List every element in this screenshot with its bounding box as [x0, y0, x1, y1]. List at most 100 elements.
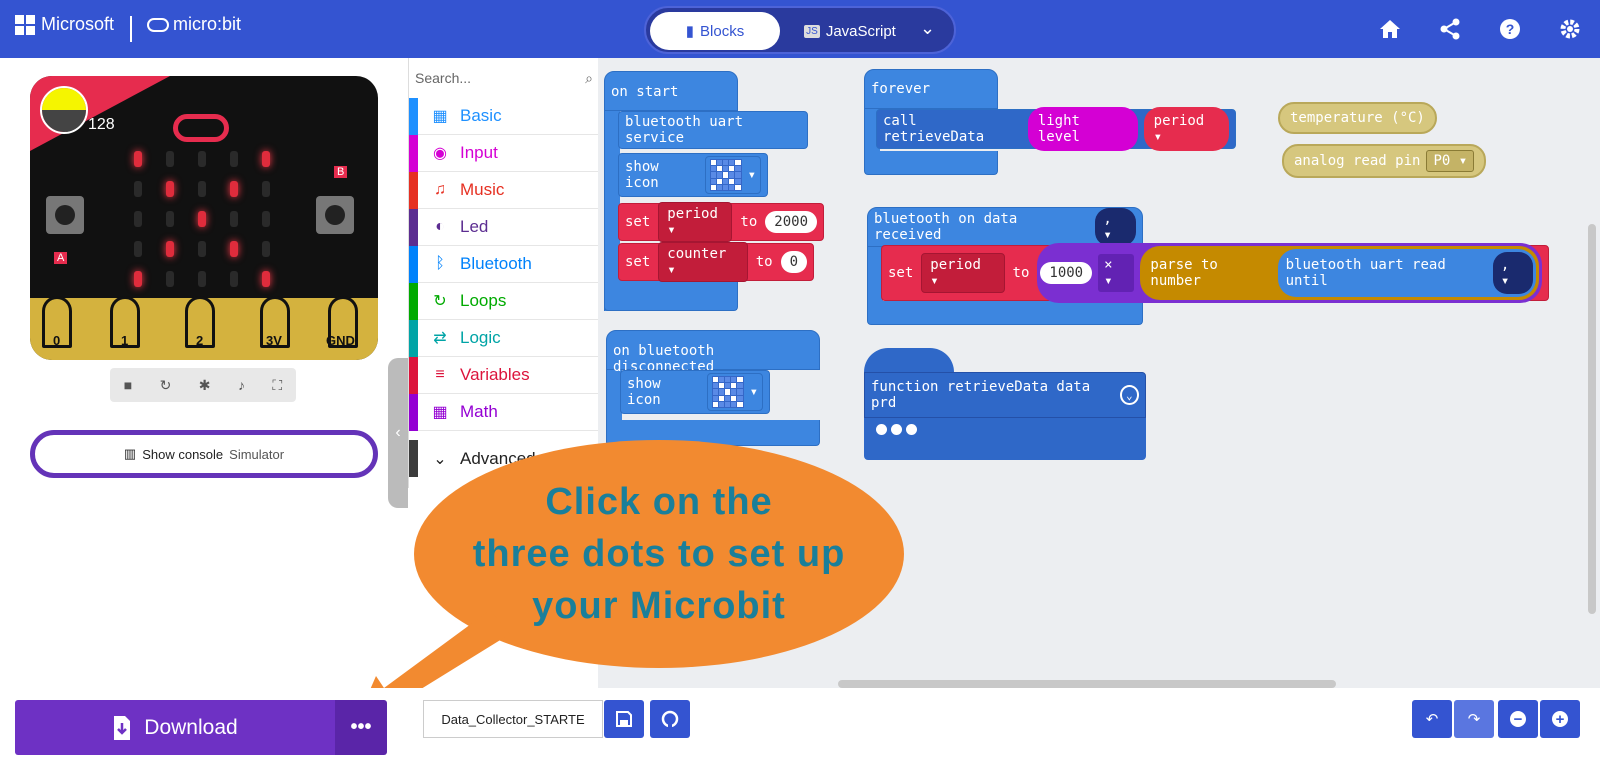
microbit-logo[interactable]: micro:bit	[147, 14, 241, 35]
collapse-icon[interactable]: ⌄	[1119, 385, 1139, 405]
restart-icon[interactable]: ↻	[160, 377, 172, 394]
led	[230, 271, 238, 287]
chevron-down-icon[interactable]: ⌄	[920, 18, 935, 39]
horizontal-scrollbar[interactable]	[838, 680, 1336, 688]
multiply-block[interactable]: 1000 × ▾ parse to number bluetooth uart …	[1037, 243, 1542, 303]
category-label: Bluetooth	[460, 254, 532, 273]
collapse-simulator-button[interactable]: ‹	[388, 358, 408, 508]
set-period-block[interactable]: set period ▾ to 2000	[618, 202, 824, 242]
pin-label: 0	[53, 333, 61, 348]
on-start-block[interactable]: on start bluetooth uart service show ico…	[604, 71, 824, 311]
parse-to-number-block[interactable]: parse to number bluetooth uart read unti…	[1140, 246, 1539, 300]
block-label: set	[888, 265, 914, 281]
more-dots[interactable]	[864, 418, 1146, 440]
download-label: Download	[144, 715, 238, 739]
block-label: bluetooth on data received	[874, 211, 1018, 243]
stop-icon[interactable]: ■	[124, 377, 132, 393]
category-input[interactable]: ◉ Input	[409, 134, 599, 172]
temperature-block[interactable]: temperature (°C)	[1278, 102, 1437, 134]
variable-dropdown[interactable]: period ▾	[921, 253, 1005, 293]
tab-javascript[interactable]: JS JavaScript	[790, 12, 910, 50]
show-icon-block[interactable]: show icon ▾	[618, 153, 768, 197]
set-counter-block[interactable]: set counter ▾ to 0	[618, 242, 814, 282]
bluetooth-uart-service-block[interactable]: bluetooth uart service	[618, 111, 808, 149]
category-led[interactable]: ◐ Led	[409, 208, 599, 246]
number-input[interactable]: 2000	[765, 211, 817, 233]
tab-blocks[interactable]: ▮ Blocks	[650, 12, 780, 50]
delimiter-dropdown[interactable]: , ▾	[1492, 252, 1533, 294]
github-button[interactable]	[650, 700, 690, 738]
vertical-scrollbar[interactable]	[1588, 224, 1596, 614]
set-period-parse-block[interactable]: set period ▾ to 1000 × ▾ parse to number…	[881, 243, 1549, 303]
icon-grid	[711, 376, 744, 408]
show-icon-block[interactable]: show icon ▾	[620, 370, 770, 414]
block-label: to	[755, 254, 773, 270]
microbit-board[interactable]: 128 A B 0 1 2 3V GND	[30, 76, 378, 360]
block-label: on bluetooth disconnected	[606, 330, 820, 375]
block-label: analog read pin	[1294, 153, 1421, 169]
show-console-button[interactable]: ▥ Show console Simulator	[30, 430, 378, 478]
download-button[interactable]: Download	[15, 700, 335, 755]
category-variables[interactable]: ≡ Variables	[409, 356, 599, 394]
category-music[interactable]: ♫ Music	[409, 171, 599, 209]
operator-dropdown[interactable]: × ▾	[1098, 254, 1135, 292]
analog-read-block[interactable]: analog read pin P0 ▾	[1282, 144, 1487, 178]
mute-icon[interactable]: ♪	[238, 377, 245, 393]
category-basic[interactable]: ▦ Basic	[409, 97, 599, 135]
search-placeholder: Search...	[415, 70, 472, 86]
dropdown-icon: ▾	[747, 167, 756, 183]
function-block[interactable]: function retrieveData data prd ⌄	[864, 348, 1146, 460]
redo-button[interactable]: ↷	[1454, 700, 1494, 738]
icon-picker[interactable]: ▾	[706, 373, 763, 411]
led	[166, 151, 174, 167]
microbit-logo-touch[interactable]	[173, 114, 229, 142]
undo-icon: ↶	[1425, 711, 1439, 728]
share-icon[interactable]	[1437, 16, 1463, 42]
period-reporter[interactable]: period ▾	[1143, 107, 1229, 151]
number-input[interactable]: 0	[780, 251, 807, 273]
variable-dropdown[interactable]: counter ▾	[658, 242, 748, 282]
search-input[interactable]: Search... ⌕	[415, 66, 593, 90]
zoom-out-button[interactable]: −	[1498, 700, 1538, 738]
light-level-reporter[interactable]: light level	[1027, 107, 1138, 151]
home-icon[interactable]	[1377, 16, 1403, 42]
block-label: function retrieveData data prd	[871, 379, 1091, 411]
settings-icon[interactable]	[1557, 16, 1583, 42]
more-options-button[interactable]: •••	[335, 700, 387, 755]
project-name-input[interactable]: Data_Collector_STARTE	[423, 700, 603, 738]
led	[134, 241, 142, 257]
category-math[interactable]: ▦ Math	[409, 393, 599, 431]
number-input[interactable]: 1000	[1040, 262, 1093, 284]
bluetooth-disconnected-block[interactable]: on bluetooth disconnected show icon ▾	[606, 330, 820, 446]
undo-button[interactable]: ↶	[1412, 700, 1452, 738]
fullscreen-icon[interactable]: ⛶	[272, 377, 282, 394]
light-sensor[interactable]	[40, 86, 88, 134]
save-button[interactable]	[604, 700, 644, 738]
download-icon	[114, 715, 131, 740]
pin-dropdown[interactable]: P0 ▾	[1426, 150, 1475, 172]
forever-block[interactable]: forever call retrieveData light level pe…	[864, 69, 1236, 175]
bluetooth-received-block[interactable]: bluetooth on data received , ▾ set perio…	[867, 207, 1549, 325]
tab-javascript-label: JavaScript	[825, 22, 896, 40]
dropdown-icon: ▾	[749, 384, 758, 400]
category-bluetooth[interactable]: ᛒ Bluetooth	[409, 245, 599, 283]
category-loops[interactable]: ↻ Loops	[409, 282, 599, 320]
delimiter-dropdown[interactable]: , ▾	[1095, 208, 1136, 246]
led	[230, 211, 238, 227]
tab-blocks-label: Blocks	[700, 22, 745, 40]
zoom-in-button[interactable]: +	[1540, 700, 1580, 738]
block-label: set	[625, 254, 651, 270]
icon-picker[interactable]: ▾	[704, 156, 761, 194]
led	[166, 271, 174, 287]
button-b[interactable]	[316, 196, 354, 234]
debug-icon[interactable]: ✱	[199, 377, 211, 394]
call-retrievedata-block[interactable]: call retrieveData light level period ▾	[876, 107, 1236, 151]
variable-dropdown[interactable]: period ▾	[658, 202, 733, 242]
button-a[interactable]	[46, 196, 84, 234]
microsoft-logo[interactable]: Microsoft	[15, 14, 114, 35]
category-label: Math	[460, 402, 498, 421]
chevron-down-icon: ⌄	[433, 450, 447, 468]
help-icon[interactable]: ?	[1497, 16, 1523, 42]
category-logic[interactable]: ⇄ Logic	[409, 319, 599, 357]
uart-read-until-block[interactable]: bluetooth uart read until , ▾	[1277, 249, 1536, 297]
